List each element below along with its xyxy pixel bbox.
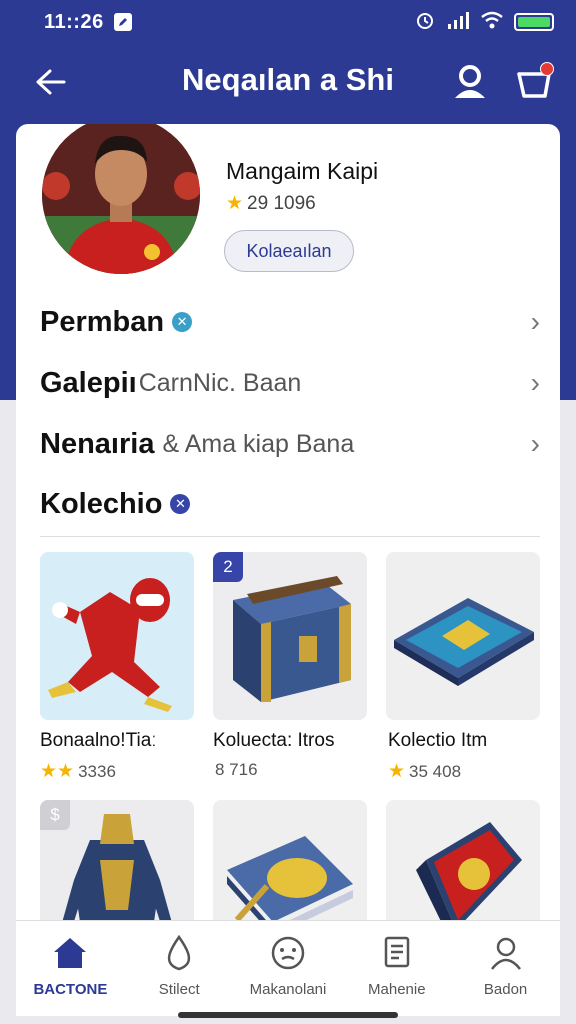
- collection-item-5[interactable]: [386, 800, 540, 934]
- document-icon: [379, 935, 415, 971]
- nav-label: Badon: [483, 981, 528, 998]
- card-deck-image: [227, 836, 353, 934]
- face-icon: [270, 935, 306, 971]
- profile-card: Mangaim Kaipi ★ 29 1096 Kolaeaılan Permb…: [16, 124, 560, 934]
- menu-row-1[interactable]: Galepiı CarnNic. Baan ›: [40, 357, 540, 409]
- nav-item-2[interactable]: Makanolani: [234, 921, 343, 1016]
- rating-value: 29 1096: [247, 192, 316, 214]
- collector-pack-image: [416, 822, 522, 934]
- nav-item-0[interactable]: BACTONE: [16, 921, 125, 1016]
- collection-item-3[interactable]: $: [40, 800, 194, 934]
- collection-badge-icon: ✕: [170, 494, 191, 514]
- edit-notification-icon: [113, 13, 132, 31]
- item-label: Kolectio Itm: [388, 730, 488, 751]
- status-bar: 11::26: [0, 0, 576, 44]
- item-meta: ★★ 3336: [40, 760, 116, 783]
- nav-label: Makanolani: [249, 981, 327, 998]
- collection-label: Kolechio: [40, 487, 163, 520]
- star-icon: ★: [388, 761, 406, 782]
- back-arrow-icon: [36, 69, 66, 95]
- home-icon: [52, 935, 88, 971]
- menu-row-2[interactable]: Nenaıria & Ama kiap Bana ›: [40, 418, 540, 470]
- item-meta: 8 716: [215, 760, 258, 779]
- nav-item-3[interactable]: Mahenie: [342, 921, 451, 1016]
- chevron-right-icon: ›: [530, 428, 540, 459]
- profile-name: Mangaim Kaipi: [226, 158, 379, 184]
- item-meta-value: 3336: [78, 761, 116, 781]
- nav-label: Mahenie: [368, 981, 426, 998]
- home-indicator[interactable]: [178, 1012, 398, 1018]
- item-label: Bonaalno!Tiaː: [40, 730, 157, 751]
- menu-label: Galepiı: [40, 366, 137, 399]
- verified-icon: ✕: [172, 312, 193, 332]
- avatar[interactable]: [42, 124, 200, 274]
- profile-rating: ★ 29 1096: [226, 192, 316, 215]
- menu-row-0[interactable]: Permban ✕ ›: [40, 296, 540, 348]
- item-meta: ★ 35 408: [388, 760, 461, 783]
- collection-item-2[interactable]: [386, 552, 540, 720]
- profile-action-button[interactable]: Kolaeaılan: [224, 230, 354, 272]
- card-tile-image: [394, 598, 534, 686]
- app-bar: Neqaılan a Shi: [0, 44, 576, 124]
- chevron-right-icon: ›: [530, 367, 540, 398]
- collection-item-1[interactable]: 2: [213, 552, 367, 720]
- account-button[interactable]: [448, 60, 492, 104]
- chevron-right-icon: ›: [530, 306, 540, 337]
- bottom-navigation: BACTONE Stilect Makanolani Mahenie Badon: [16, 920, 560, 1016]
- menu-label: Permban: [40, 305, 165, 338]
- nav-item-4[interactable]: Badon: [451, 921, 560, 1016]
- item-count-badge: 2: [213, 552, 243, 582]
- signal-icon: [446, 10, 470, 35]
- wifi-icon: [480, 10, 504, 35]
- battery-icon: [514, 13, 554, 31]
- menu-sub: & Ama kiap Bana: [162, 429, 355, 458]
- item-tag: $: [40, 800, 70, 830]
- item-meta-value: 35 408: [409, 761, 462, 781]
- star-icon: ★★: [40, 761, 75, 782]
- nav-label: BACTONE: [33, 981, 108, 998]
- nav-label: Stilect: [158, 981, 200, 998]
- divider: [40, 536, 540, 537]
- item-label: Koluecta: Itros: [213, 730, 335, 751]
- nav-item-1[interactable]: Stilect: [125, 921, 234, 1016]
- collection-item-0[interactable]: [40, 552, 194, 720]
- cart-badge: [540, 62, 554, 76]
- collection-header[interactable]: Kolechio ✕: [40, 478, 540, 530]
- status-time: 11::26: [44, 10, 104, 33]
- collection-item-4[interactable]: [213, 800, 367, 934]
- profile-icon: [488, 935, 524, 971]
- back-button[interactable]: [30, 62, 70, 102]
- flame-icon: [161, 935, 197, 971]
- menu-sub: CarnNic. Baan: [138, 368, 302, 397]
- user-icon: [455, 65, 485, 98]
- menu-label: Nenaıria: [40, 427, 155, 460]
- alarm-icon: [414, 10, 436, 35]
- cart-button[interactable]: [512, 60, 556, 104]
- star-icon: ★: [226, 193, 244, 214]
- racer-figure-image: [48, 578, 172, 712]
